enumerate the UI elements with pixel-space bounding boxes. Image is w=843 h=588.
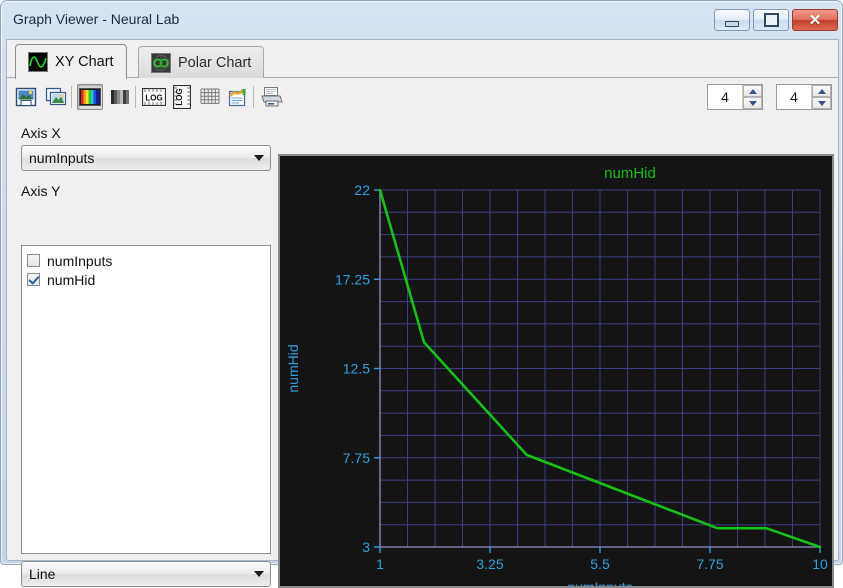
tab-xy-chart[interactable]: XY Chart (15, 44, 127, 79)
xy-chart: numHid 22 17.25 12.5 7.75 31 3.25 5.5 7.75 10 numI… (285, 165, 828, 586)
y-axis-label: numHid (285, 344, 301, 392)
toolbar-separator-2 (135, 86, 136, 108)
grid-icon (200, 88, 220, 104)
x-axis-label: numInputs (567, 579, 632, 586)
svg-text:LOG: LOG (175, 88, 184, 105)
gray-palette-icon (111, 90, 129, 104)
toolbar-separator (71, 86, 72, 108)
log-horizontal-icon: LOG (142, 88, 166, 106)
checkbox-numhid[interactable] (27, 273, 40, 286)
plot-type-combo-value: Line (29, 566, 56, 582)
x-tick-label: 3.25 (476, 556, 503, 572)
chart-ticks: 22 17.25 12.5 7.75 31 3.25 5.5 7.75 10 (335, 182, 828, 572)
spinner-right-buttons (811, 85, 831, 109)
chevron-up-icon (817, 88, 826, 94)
svg-text:LOG: LOG (145, 94, 162, 103)
tab-polar-chart[interactable]: Polar Chart (138, 46, 265, 78)
client-area: XY Chart Polar Chart LOG LOG 4 4 Axis X … (6, 39, 839, 588)
x-tick-label: 1 (376, 556, 384, 572)
y-tick-label: 3 (362, 539, 370, 555)
toolbar: LOG LOG 4 4 (7, 78, 838, 116)
maximize-icon (763, 13, 779, 27)
gray-palette-button[interactable] (107, 84, 133, 110)
tab-polar-chart-label: Polar Chart (178, 54, 252, 71)
sine-wave-icon (28, 52, 48, 72)
list-item-numinputs[interactable]: numInputs (22, 251, 270, 270)
chart-title: numHid (604, 165, 656, 182)
plot-type-combo-arrow (248, 571, 270, 577)
y-tick-label: 7.75 (343, 450, 370, 466)
x-tick-label: 10 (812, 556, 828, 572)
chevron-down-icon (817, 100, 826, 106)
spinner-right[interactable]: 4 (776, 84, 832, 110)
tab-xy-chart-label: XY Chart (55, 54, 114, 70)
checkbox-numinputs[interactable] (27, 254, 40, 267)
spinner-left-up-button[interactable] (743, 85, 762, 97)
chevron-down-icon (748, 100, 757, 106)
axis-y-series-list[interactable]: numInputs numHid (21, 245, 271, 554)
y-tick-label: 17.25 (335, 271, 370, 287)
spinner-right-up-button[interactable] (812, 85, 831, 97)
close-icon: ✕ (808, 11, 822, 29)
close-button[interactable]: ✕ (792, 9, 838, 31)
spinner-left[interactable]: 4 (707, 84, 763, 110)
annotate-button[interactable] (225, 84, 251, 110)
x-tick-label: 7.75 (696, 556, 723, 572)
spinner-left-value: 4 (721, 89, 729, 105)
list-item-numhid[interactable]: numHid (22, 270, 270, 289)
spinner-right-value: 4 (790, 89, 798, 105)
axis-x-combo-value: numInputs (29, 150, 95, 166)
y-tick-label: 22 (354, 182, 370, 198)
save-image-icon (15, 87, 37, 107)
color-palette-button[interactable] (77, 84, 103, 110)
y-tick-label: 12.5 (343, 361, 370, 377)
x-tick-label: 5.5 (590, 556, 610, 572)
notes-edit-icon (228, 89, 246, 107)
minimize-icon (725, 20, 739, 27)
list-item-numhid-label: numHid (47, 271, 96, 288)
axis-x-combo[interactable]: numInputs (21, 145, 271, 171)
spinner-left-down-button[interactable] (743, 97, 762, 109)
polar-rose-icon (151, 52, 171, 73)
save-image-button[interactable] (13, 84, 39, 110)
print-button[interactable] (259, 84, 285, 110)
log-vertical-icon: LOG (173, 85, 191, 109)
axis-x-combo-arrow (248, 155, 270, 161)
color-palette-icon (79, 88, 101, 106)
chart-panel[interactable]: numHid 22 17.25 12.5 7.75 31 3.25 5.5 7.75 10 numI… (278, 154, 834, 588)
chart-gridlines (379, 189, 821, 548)
maximize-button[interactable] (753, 9, 789, 31)
grid-button[interactable] (197, 84, 223, 110)
log-y-button[interactable]: LOG (169, 84, 195, 110)
list-item-numinputs-label: numInputs (47, 252, 113, 269)
copy-image-button[interactable] (43, 84, 69, 110)
chevron-up-icon (748, 88, 757, 94)
toolbar-separator-3 (253, 86, 254, 108)
log-x-button[interactable]: LOG (141, 84, 167, 110)
minimize-button[interactable] (714, 9, 750, 31)
printer-icon (261, 87, 283, 107)
tab-strip: XY Chart Polar Chart (7, 44, 838, 79)
spinner-right-down-button[interactable] (812, 97, 831, 109)
axis-x-label: Axis X (21, 125, 61, 141)
window-controls: ✕ (714, 9, 838, 31)
title-bar: Graph Viewer - Neural Lab ✕ (1, 1, 843, 39)
copy-image-icon (45, 87, 67, 106)
application-window: Graph Viewer - Neural Lab ✕ XY Chart Pol… (0, 0, 843, 588)
chevron-down-icon (254, 571, 264, 577)
chevron-down-icon (254, 155, 264, 161)
spinner-left-buttons (742, 85, 762, 109)
axis-y-label: Axis Y (21, 183, 61, 199)
window-title: Graph Viewer - Neural Lab (13, 11, 180, 27)
